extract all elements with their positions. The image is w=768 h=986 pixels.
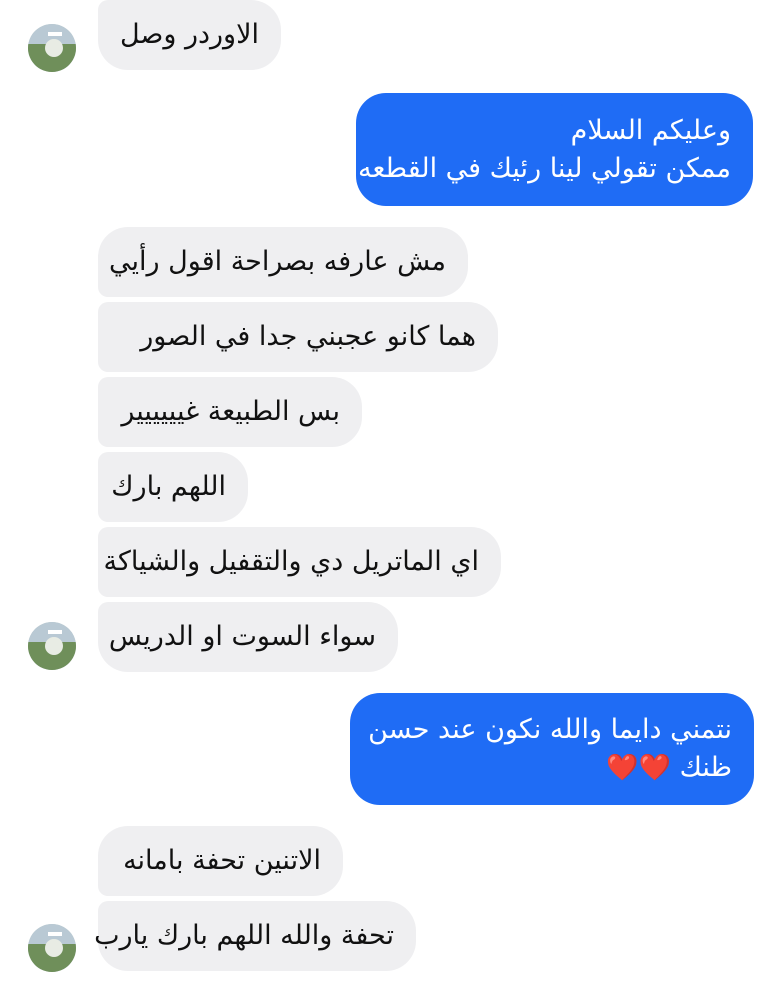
- heart-emoji-icon: ❤️❤️: [606, 753, 671, 783]
- message-bubble[interactable]: مش عارفه بصراحة اقول رأيي: [98, 227, 468, 297]
- message-text: الاتنين تحفة بامانه: [123, 845, 321, 876]
- message-text: وعليكم السلام: [570, 114, 731, 146]
- message-text: نتمني دايما والله نكون عند حسن: [368, 714, 732, 745]
- message-bubble[interactable]: اي الماتريل دي والتقفيل والشياكة: [98, 527, 501, 597]
- message-bubble[interactable]: هما كانو عجبني جدا في الصور: [98, 302, 498, 372]
- message-text: الاوردر وصل: [119, 19, 259, 50]
- message-text: هما كانو عجبني جدا في الصور: [140, 321, 476, 352]
- message-text: بس الطبيعة غيييييير: [121, 396, 340, 427]
- message-text: ممكن تقولي لينا رئيك في القطعه: [358, 152, 731, 184]
- contact-avatar-icon[interactable]: [28, 24, 76, 72]
- message-text: مش عارفه بصراحة اقول رأيي: [109, 246, 446, 277]
- message-text: ظنك ❤️❤️: [372, 749, 732, 787]
- message-bubble-sent[interactable]: وعليكم السلام ممكن تقولي لينا رئيك في ال…: [356, 93, 753, 206]
- message-text: اللهم بارك: [111, 471, 226, 502]
- message-text: اي الماتريل دي والتقفيل والشياكة: [103, 546, 479, 577]
- contact-avatar-icon[interactable]: [28, 622, 76, 670]
- message-bubble[interactable]: بس الطبيعة غيييييير: [98, 377, 362, 447]
- message-bubble[interactable]: الاتنين تحفة بامانه: [98, 826, 343, 896]
- message-bubble[interactable]: الاوردر وصل: [98, 0, 281, 70]
- message-bubble[interactable]: اللهم بارك: [98, 452, 248, 522]
- message-text-line: ظنك: [679, 752, 732, 783]
- contact-avatar-icon[interactable]: [28, 924, 76, 972]
- message-bubble[interactable]: تحفة والله اللهم بارك يارب: [94, 901, 416, 971]
- chat-thread: الاوردر وصل وعليكم السلام ممكن تقولي لين…: [0, 0, 768, 986]
- message-text: سواء السوت او الدريس: [108, 621, 376, 652]
- message-bubble[interactable]: سواء السوت او الدريس: [98, 602, 398, 672]
- message-text: تحفة والله اللهم بارك يارب: [94, 920, 394, 951]
- message-bubble-sent[interactable]: نتمني دايما والله نكون عند حسن ظنك ❤️❤️: [350, 693, 754, 805]
